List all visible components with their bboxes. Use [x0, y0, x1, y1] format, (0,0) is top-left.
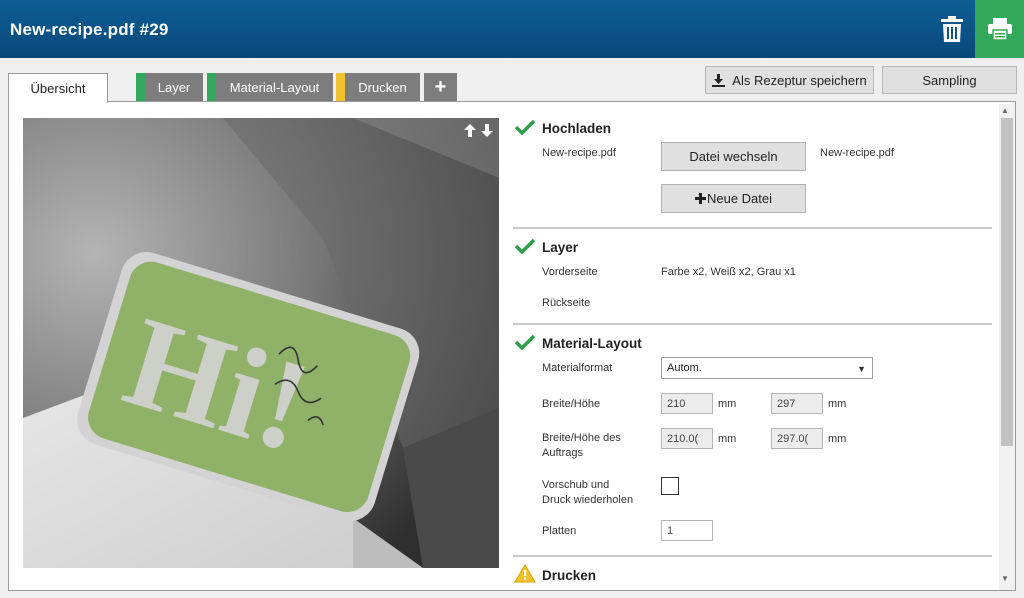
status-stripe: [136, 73, 145, 101]
add-tab-button[interactable]: +: [424, 73, 457, 101]
scroll-down-icon[interactable]: ▼: [1001, 574, 1009, 583]
printer-icon: [987, 18, 1012, 40]
job-height-field[interactable]: 297.0(: [771, 428, 823, 449]
print-title: Drucken: [542, 568, 597, 583]
repeat-label: Vorschub und Druck wiederholen: [542, 478, 633, 508]
new-file-label: Neue Datei: [706, 191, 773, 206]
tab-print-label: Drucken: [358, 79, 407, 95]
print-button[interactable]: [975, 0, 1024, 58]
tab-material-layout[interactable]: Material-Layout: [207, 73, 333, 101]
overview-panel: Hi! Hochladen New-recipe.pdf Datei wechs…: [8, 101, 1016, 591]
app-header: New-recipe.pdf #29: [0, 0, 1024, 58]
status-stripe: [336, 73, 345, 101]
section-divider: [513, 323, 992, 325]
material-layout-title: Material-Layout: [542, 336, 642, 351]
delete-button[interactable]: [930, 0, 974, 58]
material-format-select[interactable]: Autom. ▼: [661, 357, 873, 379]
document-title: New-recipe.pdf #29: [10, 20, 169, 39]
material-format-value: Autom.: [667, 362, 702, 374]
section-divider: [513, 555, 992, 557]
trash-icon: [941, 16, 963, 42]
repeat-checkbox[interactable]: [661, 477, 679, 495]
plates-label: Platten: [542, 525, 577, 537]
current-file-name: New-recipe.pdf: [820, 147, 894, 159]
job-size-label-line1: Breite/Höhe des: [542, 432, 621, 444]
width-field[interactable]: 210: [661, 393, 713, 414]
scrollbar-thumb[interactable]: [1001, 118, 1013, 446]
recipe-sections: Hochladen New-recipe.pdf Datei wechseln …: [513, 102, 993, 590]
front-side-label: Vorderseite: [542, 266, 598, 278]
front-side-value: Farbe x2, Weiß x2, Grau x1: [661, 266, 796, 278]
job-size-label: Breite/Höhe des Auftrags: [542, 431, 621, 461]
sampling-button[interactable]: Sampling: [882, 66, 1017, 94]
status-stripe: [207, 73, 216, 101]
plates-field[interactable]: 1: [661, 520, 713, 541]
back-side-label: Rückseite: [542, 297, 591, 309]
height-unit: mm: [828, 398, 847, 410]
warning-icon: [514, 564, 536, 583]
new-file-button[interactable]: Neue Datei: [661, 184, 806, 213]
check-icon: [515, 334, 535, 350]
tab-layer[interactable]: Layer: [136, 73, 203, 101]
size-label: Breite/Höhe: [542, 398, 601, 410]
chevron-down-icon: ▼: [857, 364, 866, 374]
tab-overview-label: Übersicht: [30, 81, 86, 96]
check-icon: [515, 238, 535, 254]
tab-print[interactable]: Drucken: [336, 73, 420, 101]
job-width-field[interactable]: 210.0(: [661, 428, 713, 449]
width-unit: mm: [718, 398, 737, 410]
job-size-label-line2: Auftrags: [542, 447, 583, 459]
repeat-label-line1: Vorschub und: [542, 479, 610, 491]
change-file-label: Datei wechseln: [689, 149, 778, 164]
tab-layer-label: Layer: [157, 79, 191, 95]
tab-overview[interactable]: Übersicht: [8, 73, 108, 103]
upload-title: Hochladen: [542, 121, 612, 136]
plus-icon: +: [434, 75, 447, 98]
scroll-up-icon[interactable]: ▲: [1001, 106, 1009, 115]
save-recipe-button[interactable]: Als Rezeptur speichern: [705, 66, 874, 94]
section-divider: [513, 227, 992, 229]
preview-image: Hi!: [23, 118, 499, 568]
job-height-unit: mm: [828, 433, 847, 445]
check-icon: [515, 119, 535, 135]
tab-material-layout-label: Material-Layout: [229, 79, 320, 95]
download-icon: [712, 73, 726, 87]
save-recipe-label: Als Rezeptur speichern: [732, 72, 867, 88]
plus-icon: [694, 193, 706, 204]
upload-file-name: New-recipe.pdf: [542, 147, 616, 159]
up-down-arrows-icon[interactable]: [464, 124, 493, 137]
repeat-label-line2: Druck wiederholen: [542, 494, 634, 506]
height-field[interactable]: 297: [771, 393, 823, 414]
sampling-label: Sampling: [922, 72, 977, 88]
change-file-button[interactable]: Datei wechseln: [661, 142, 806, 171]
material-format-label: Materialformat: [542, 362, 613, 374]
layer-title: Layer: [542, 240, 579, 255]
preview-render: Hi!: [23, 118, 499, 568]
job-width-unit: mm: [718, 433, 737, 445]
